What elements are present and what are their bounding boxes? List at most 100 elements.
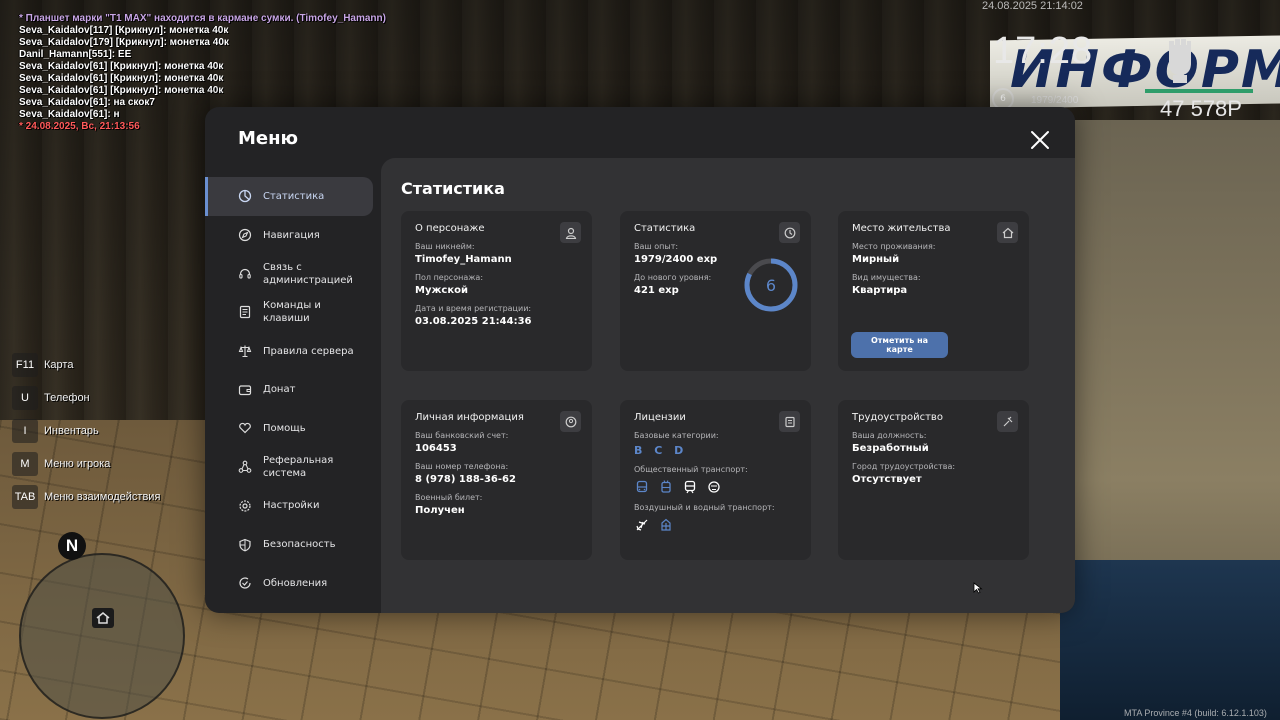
employment-city-value: Отсутствует — [852, 474, 922, 485]
chat-line: * Планшет марки "T1 MAX" находится в кар… — [19, 13, 386, 24]
sidebar-item[interactable]: Донат — [205, 370, 381, 409]
keybind-key: F11 — [12, 352, 38, 377]
level-progress-ring: 6 — [744, 258, 798, 312]
heart-hands-icon — [236, 419, 254, 437]
public-transport-label: Общественный транспорт: — [634, 465, 748, 474]
sidebar-item-label: Связь с администрацией — [263, 261, 353, 286]
sidebar-item[interactable]: Команды и клавиши — [205, 293, 381, 332]
basic-categories-label: Базовые категории: — [634, 431, 719, 440]
sidebar-item-label: Команды и клавиши — [263, 300, 321, 325]
home-icon — [997, 222, 1018, 243]
sidebar-item[interactable]: Обновления — [205, 564, 381, 603]
keybind-label: Меню взаимодействия — [44, 490, 161, 503]
sidebar-item[interactable]: Помощь — [205, 409, 381, 448]
card-stats: Статистика Ваш опыт: 1979/2400 exp До но… — [620, 211, 811, 371]
air-water-transport-label: Воздушный и водный транспорт: — [634, 503, 775, 512]
property-value: Квартира — [852, 285, 908, 296]
document-icon — [236, 303, 254, 321]
military-value: Получен — [415, 505, 465, 516]
keybind-label: Инвентарь — [44, 424, 99, 437]
hud-time: 17:28 — [993, 30, 1094, 72]
card-licenses: Лицензии Базовые категории: B C D Общест… — [620, 400, 811, 560]
hud-date: 24.08.2025 21:14:02 — [982, 0, 1083, 12]
chat-line: Seva_Kaidalov[61] [Крикнул]: монетка 40к — [19, 73, 224, 84]
sidebar-item[interactable]: Настройки — [205, 487, 381, 526]
keybind-key: TAB — [12, 484, 38, 509]
sidebar-item[interactable]: Безопасность — [205, 525, 381, 564]
house-icon — [92, 608, 114, 628]
sidebar: Статистика Навигация Связь с администрацие… — [205, 177, 381, 603]
boat-icon — [658, 517, 674, 533]
card-employment: Трудоустройство Ваша должность: Безработ… — [838, 400, 1029, 560]
wallet-icon — [236, 381, 254, 399]
position-label: Ваша должность: — [852, 431, 927, 440]
minimap — [19, 553, 185, 719]
trolleybus-icon — [658, 479, 674, 495]
gender-label: Пол персонажа: — [415, 273, 484, 282]
pie-chart-icon — [236, 187, 254, 205]
sidebar-item-label: Навигация — [263, 229, 320, 241]
card-title: Статистика — [634, 223, 696, 234]
menu-window: Меню Статистика Навигация Связь с админист… — [205, 107, 1075, 613]
airplane-icon — [634, 517, 650, 533]
level-number: 6 — [766, 276, 776, 295]
card-title: Лицензии — [634, 412, 686, 423]
person-icon — [560, 222, 581, 243]
tram-icon — [706, 479, 722, 495]
refresh-check-icon — [236, 574, 254, 592]
background-counter — [1060, 560, 1280, 720]
mark-on-map-button[interactable]: Отметить на карте — [851, 332, 948, 358]
basic-categories: B C D — [634, 444, 688, 457]
sidebar-item[interactable]: Навигация — [205, 216, 381, 255]
registration-value: 03.08.2025 21:44:36 — [415, 316, 532, 327]
hud-money: 47 578Р — [1160, 96, 1242, 121]
keybind-row: TAB Меню взаимодействия — [12, 480, 160, 513]
keybind-key: M — [12, 451, 38, 476]
train-icon — [682, 479, 698, 495]
chat-line: Seva_Kaidalov[117] [Крикнул]: монетка 40… — [19, 25, 229, 36]
build-info: MTA Province #4 (build: 6.12.1.103) — [1124, 708, 1267, 718]
chat-line: Danil_Hamann[551]: ЕЕ — [19, 49, 132, 60]
bus-icon — [634, 479, 650, 495]
menu-title: Меню — [238, 128, 299, 149]
military-label: Военный билет: — [415, 493, 483, 502]
registration-label: Дата и время регистрации: — [415, 304, 532, 313]
chat-line: Seva_Kaidalov[61] [Крикнул]: монетка 40к — [19, 85, 224, 96]
shield-icon — [236, 536, 254, 554]
place-label: Место проживания: — [852, 242, 936, 251]
scales-icon — [236, 342, 254, 360]
sidebar-item[interactable]: Статистика — [205, 177, 373, 216]
card-personal: Личная информация Ваш банковский счет: 1… — [401, 400, 592, 560]
phone-value: 8 (978) 188-36-62 — [415, 474, 516, 485]
sidebar-item-label: Статистика — [263, 190, 325, 202]
network-icon — [236, 458, 254, 476]
phone-label: Ваш номер телефона: — [415, 462, 509, 471]
compass-icon — [236, 226, 254, 244]
sidebar-item-label: Безопасность — [263, 539, 336, 551]
card-title: Трудоустройство — [852, 412, 943, 423]
keybind-row: I Инвентарь — [12, 414, 160, 447]
hud-exp: 1979/2400 — [1031, 95, 1079, 106]
bank-label: Ваш банковский счет: — [415, 431, 509, 440]
keybind-list: F11 Карта U Телефон I Инвентарь M Меню игрока TA… — [12, 348, 160, 513]
position-value: Безработный — [852, 443, 929, 454]
keybind-label: Меню игрока — [44, 457, 111, 470]
property-label: Вид имущества: — [852, 273, 921, 282]
sidebar-item[interactable]: Правила сервера — [205, 332, 381, 371]
sidebar-item-label: Помощь — [263, 422, 306, 434]
close-icon[interactable] — [1029, 129, 1051, 151]
card-title: Личная информация — [415, 412, 524, 423]
employment-city-label: Город трудоустройства: — [852, 462, 956, 471]
nickname-label: Ваш никнейм: — [415, 242, 475, 251]
bank-value: 106453 — [415, 443, 457, 454]
keybind-label: Телефон — [44, 391, 90, 404]
chat-line: Seva_Kaidalov[61] [Крикнул]: монетка 40к — [19, 61, 224, 72]
card-residence: Место жительства Место проживания: Мирны… — [838, 211, 1029, 371]
sidebar-item[interactable]: Связь с администрацией — [205, 254, 381, 293]
keybind-label: Карта — [44, 358, 74, 371]
tools-icon — [997, 411, 1018, 432]
headset-icon — [236, 265, 254, 283]
sidebar-item[interactable]: Реферальная система — [205, 448, 381, 487]
sidebar-item-label: Правила сервера — [263, 345, 354, 357]
clock-icon — [779, 222, 800, 243]
